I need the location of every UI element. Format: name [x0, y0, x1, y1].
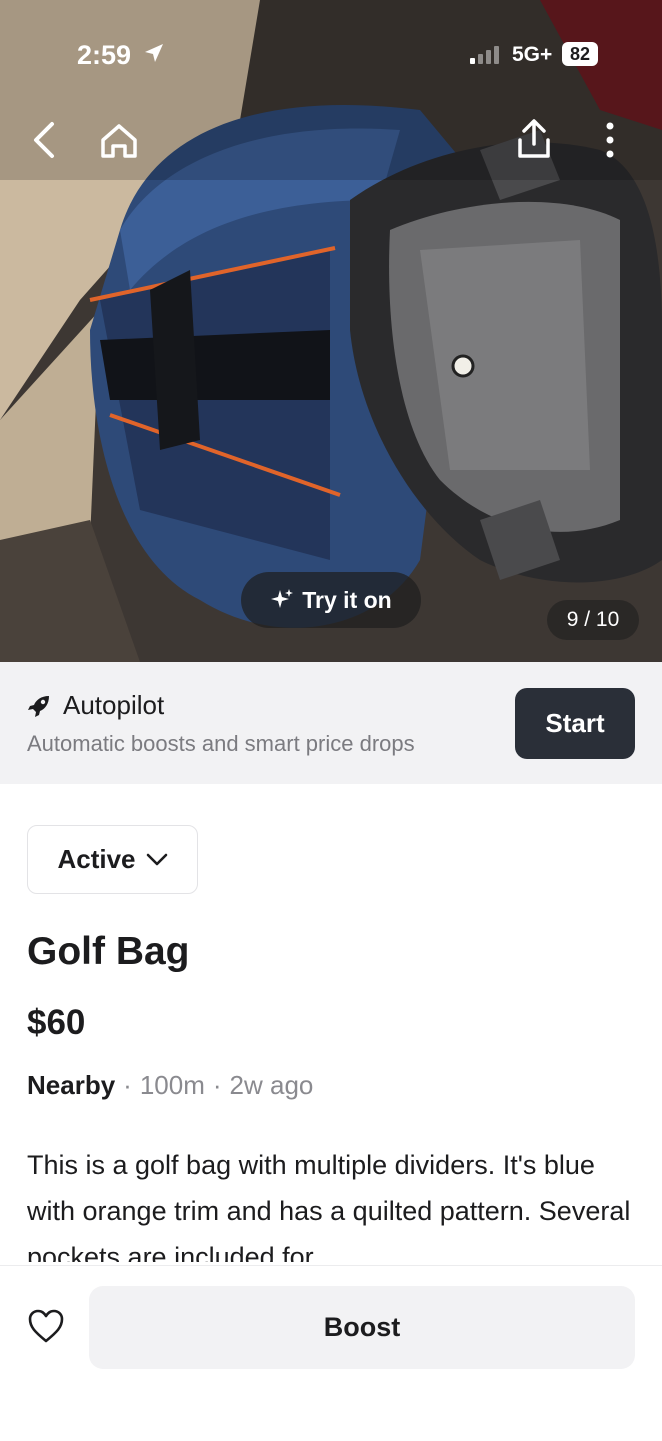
share-icon[interactable]	[514, 118, 554, 160]
status-bar: 2:59 5G+ 82	[0, 0, 662, 110]
network-type: 5G+	[512, 43, 553, 66]
listing-meta: Nearby · 100m · 2w ago	[27, 1070, 313, 1101]
listing-description: This is a golf bag with multiple divider…	[27, 1150, 631, 1262]
boost-button[interactable]: Boost	[89, 1286, 635, 1369]
listing-photo[interactable]: 2:59 5G+ 82 Try it on 9 / 10	[0, 0, 662, 662]
listing-title: Golf Bag	[27, 930, 190, 973]
rocket-icon	[28, 696, 49, 717]
meta-separator: ·	[123, 1070, 132, 1100]
try-it-on-label: Try it on	[302, 586, 392, 613]
photo-counter: 9 / 10	[547, 600, 639, 640]
listing-status-label: Active	[57, 844, 136, 874]
start-button[interactable]: Start	[515, 688, 635, 759]
location-arrow-icon	[145, 44, 163, 62]
heart-icon[interactable]	[27, 1308, 65, 1344]
try-it-on-button[interactable]: Try it on	[241, 572, 421, 628]
listing-price: $60	[27, 1003, 86, 1042]
autopilot-title: Autopilot	[63, 690, 165, 720]
listing-distance: 100m	[139, 1070, 205, 1100]
sparkle-icon	[271, 589, 294, 608]
listing-location: Nearby	[27, 1070, 116, 1100]
meta-separator: ·	[212, 1070, 222, 1100]
listing-posted-time: 2w ago	[229, 1070, 314, 1100]
back-icon[interactable]	[30, 120, 60, 160]
more-icon[interactable]	[600, 120, 620, 160]
chevron-down-icon	[146, 853, 167, 865]
battery-level: 82	[562, 42, 598, 66]
status-time: 2:59	[77, 40, 132, 70]
home-icon[interactable]	[98, 120, 140, 162]
autopilot-subtitle: Automatic boosts and smart price drops	[27, 731, 415, 756]
signal-icon	[470, 46, 499, 64]
listing-status-dropdown[interactable]: Active	[27, 825, 198, 894]
